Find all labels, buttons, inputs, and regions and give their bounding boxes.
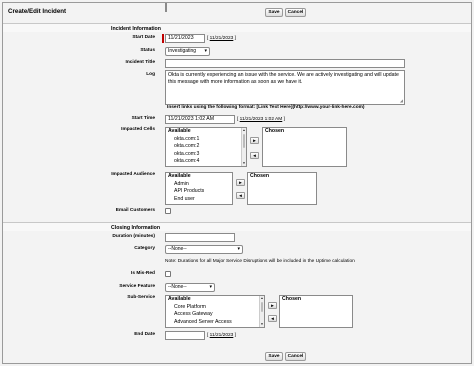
impacted-cells-chosen-list[interactable]: Chosen: [262, 127, 347, 167]
end-date-input[interactable]: [165, 331, 205, 340]
chevron-down-icon: ▾: [237, 246, 240, 252]
duration-label: Duration (minutes): [112, 234, 155, 239]
end-date-today-link[interactable]: [ 11/21/2023 ]: [207, 333, 236, 338]
chosen-header: Chosen: [265, 128, 285, 134]
available-header: Available: [168, 173, 191, 179]
service-feature-select-value: --None--: [168, 284, 187, 290]
log-text: Okta is currently experiencing an issue …: [168, 72, 399, 85]
save-button-top[interactable]: Save: [265, 8, 283, 17]
available-header: Available: [168, 128, 191, 134]
cancel-button-top[interactable]: Cancel: [285, 8, 306, 17]
required-indicator: [162, 34, 164, 43]
scroll-up-icon[interactable]: ▲: [260, 297, 264, 300]
list-item[interactable]: okta.com:3: [166, 151, 246, 159]
closing-information-header: Closing Information: [3, 222, 471, 231]
available-header: Available: [168, 296, 191, 302]
save-button-bottom[interactable]: Save: [265, 352, 283, 361]
add-arrow-icon[interactable]: ►: [250, 137, 259, 144]
is-mis-red-checkbox[interactable]: [165, 271, 171, 277]
impacted-audience-available-list[interactable]: Available Admin API Products End user: [165, 172, 233, 205]
incident-information-header: Incident Information: [3, 23, 471, 32]
scroll-down-icon[interactable]: ▼: [242, 162, 246, 165]
status-select-value: Investigating: [168, 48, 197, 54]
sub-service-available-list[interactable]: Available Core Platform Access Gateway A…: [165, 295, 265, 328]
closing-information-title: Closing Information: [111, 225, 160, 231]
email-customers-checkbox[interactable]: [165, 208, 171, 214]
impacted-cells-label: Impacted Cells: [121, 127, 155, 132]
list-item[interactable]: okta.com:1: [166, 136, 246, 144]
start-date-today-link[interactable]: [ 11/21/2023 ]: [207, 36, 236, 41]
status-label: Status: [140, 48, 155, 53]
status-select[interactable]: Investigating ▾: [165, 47, 210, 56]
scroll-up-icon[interactable]: ▲: [242, 129, 246, 132]
resize-handle-icon[interactable]: ◢: [400, 99, 403, 103]
remove-arrow-icon[interactable]: ◄: [250, 152, 259, 159]
start-date-label: Start Date: [132, 35, 155, 40]
log-textarea[interactable]: Okta is currently experiencing an issue …: [165, 70, 405, 105]
email-customers-label: Email Customers: [115, 208, 155, 213]
list-item[interactable]: Access Gateway: [166, 311, 264, 319]
impacted-audience-label: Impacted Audience: [111, 172, 155, 177]
start-date-input[interactable]: 11/21/2023: [165, 34, 205, 43]
category-note: Note: Durations for all Major Service Di…: [165, 259, 355, 264]
chosen-header: Chosen: [282, 296, 302, 302]
category-select-value: --None--: [168, 246, 187, 252]
start-time-label: Start Time: [131, 116, 155, 121]
incident-edit-form: Create/Edit Incident Save Cancel Inciden…: [2, 2, 472, 364]
chevron-down-icon: ▾: [209, 284, 212, 290]
remove-arrow-icon[interactable]: ◄: [236, 192, 245, 199]
cancel-button-bottom[interactable]: Cancel: [285, 352, 306, 361]
add-arrow-icon[interactable]: ►: [236, 179, 245, 186]
list-item[interactable]: End user: [166, 196, 232, 204]
page-title: Create/Edit Incident: [8, 8, 67, 15]
add-arrow-icon[interactable]: ►: [268, 302, 277, 309]
list-item[interactable]: okta.com:4: [166, 158, 246, 166]
list-item[interactable]: Advanced Server Access: [166, 319, 264, 327]
sub-service-chosen-list[interactable]: Chosen: [279, 295, 353, 328]
log-label: Log: [146, 72, 155, 77]
start-time-now-link[interactable]: [ 11/21/2023 1:02 AM ]: [237, 117, 285, 122]
log-link-hint: Insert links using the following format:…: [167, 105, 365, 110]
scroll-thumb[interactable]: [243, 134, 245, 148]
list-item[interactable]: okta.com:2: [166, 143, 246, 151]
incident-title-input[interactable]: [165, 59, 405, 68]
duration-input[interactable]: [165, 233, 235, 242]
chevron-down-icon: ▾: [204, 48, 207, 54]
scrollbar[interactable]: ▲ ▼: [241, 128, 246, 166]
scroll-down-icon[interactable]: ▼: [260, 323, 264, 326]
remove-arrow-icon[interactable]: ◄: [268, 315, 277, 322]
service-feature-select[interactable]: --None-- ▾: [165, 283, 215, 292]
category-label: Category: [134, 246, 155, 251]
category-select[interactable]: --None-- ▾: [165, 245, 243, 254]
list-item[interactable]: API Products: [166, 188, 232, 196]
impacted-cells-available-list[interactable]: Available okta.com:1 okta.com:2 okta.com…: [165, 127, 247, 167]
impacted-audience-chosen-list[interactable]: Chosen: [247, 172, 317, 205]
incident-information-title: Incident Information: [111, 26, 161, 32]
end-date-label: End Date: [134, 332, 155, 337]
chosen-header: Chosen: [250, 173, 270, 179]
sub-service-label: Sub-Service: [127, 295, 155, 300]
is-mis-red-label: Is Mis-Red: [131, 271, 155, 276]
list-item[interactable]: Admin: [166, 181, 232, 189]
service-feature-label: Service Feature: [119, 284, 155, 289]
incident-title-label: Incident Title: [125, 60, 156, 65]
scrollbar[interactable]: ▲ ▼: [259, 296, 264, 327]
list-item[interactable]: Core Platform: [166, 304, 264, 312]
start-time-input[interactable]: 11/21/2023 1:02 AM: [165, 115, 235, 124]
duration-input-legacy: [165, 3, 167, 12]
scroll-thumb[interactable]: [261, 302, 263, 312]
